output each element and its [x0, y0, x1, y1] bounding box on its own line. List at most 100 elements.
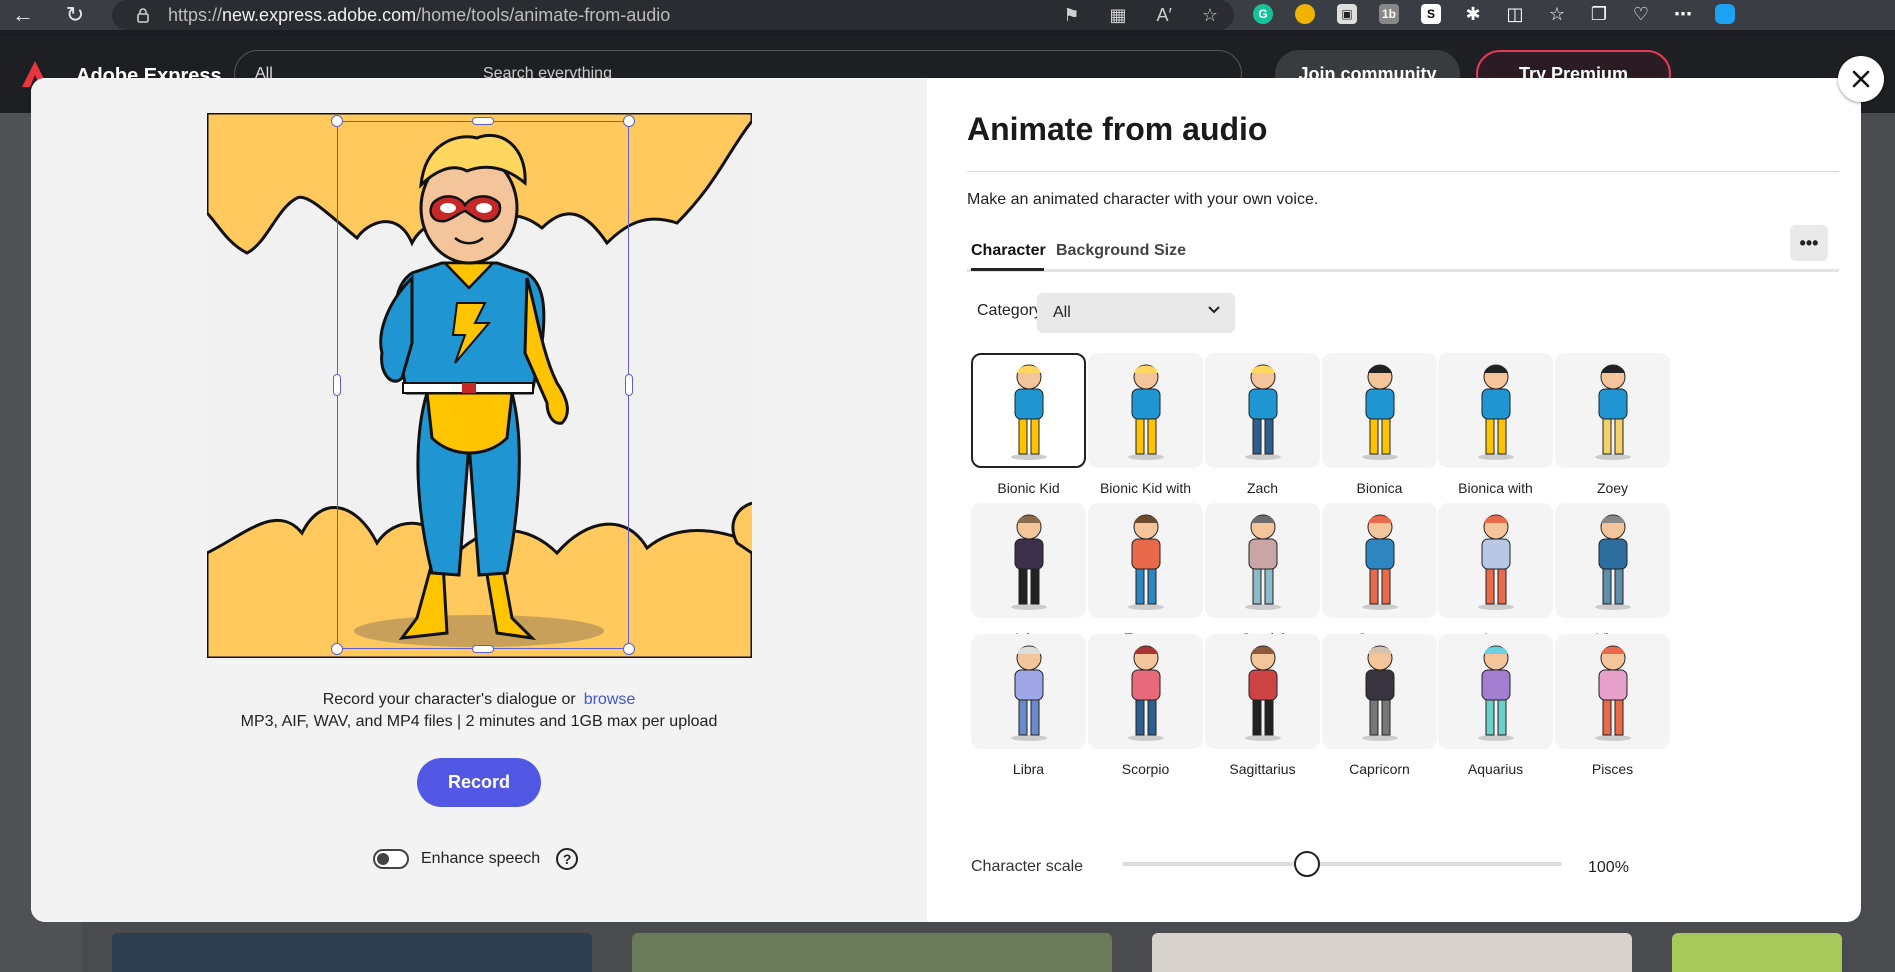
character-thumbnail[interactable]: [971, 353, 1086, 468]
character-thumbnail[interactable]: [1205, 353, 1320, 468]
browser-essentials-icon[interactable]: ♡: [1631, 4, 1651, 24]
resize-handle-left[interactable]: [333, 374, 341, 396]
character-thumbnail[interactable]: [1322, 503, 1437, 618]
read-aloud-icon[interactable]: A′: [1156, 5, 1171, 26]
category-select[interactable]: All: [1037, 293, 1235, 333]
help-icon[interactable]: ?: [556, 848, 579, 870]
grammarly-icon[interactable]: G: [1253, 4, 1273, 24]
character-option[interactable]: Bionica with Prosthetic: [1438, 353, 1553, 524]
character-thumbnail[interactable]: [1322, 353, 1437, 468]
address-bar[interactable]: https://new.express.adobe.com/home/tools…: [112, 0, 1234, 30]
character-thumbnail[interactable]: [1205, 634, 1320, 749]
favorite-star-icon[interactable]: ☆: [1202, 5, 1218, 26]
character-option[interactable]: Pisces: [1555, 634, 1670, 781]
resize-handle-top-right[interactable]: [623, 115, 635, 127]
tab-size[interactable]: Size: [1154, 242, 1186, 260]
character-label: Capricorn: [1349, 761, 1410, 777]
character-option[interactable]: Bionica: [1322, 353, 1437, 500]
reload-icon[interactable]: ↻: [60, 0, 90, 30]
character-thumbnail[interactable]: [971, 503, 1086, 618]
more-menu-icon[interactable]: ⋯: [1673, 4, 1693, 24]
character-thumbnail[interactable]: [1555, 503, 1670, 618]
copilot-icon[interactable]: [1715, 4, 1735, 24]
character-thumbnail[interactable]: [971, 634, 1086, 749]
character-thumbnail[interactable]: [1088, 634, 1203, 749]
character-scale-value: 100%: [1588, 859, 1629, 876]
character-option[interactable]: Leo: [1438, 503, 1553, 650]
tab-bar: Character Background Size: [967, 234, 1839, 272]
character-thumbnail[interactable]: [1088, 503, 1203, 618]
more-options-button[interactable]: •••: [1790, 225, 1828, 261]
close-icon: [1852, 70, 1870, 88]
divider: [967, 171, 1839, 172]
extension-moon-icon[interactable]: [1295, 4, 1315, 24]
bell-icon[interactable]: ⚑: [1063, 5, 1079, 26]
resize-handle-bottom-left[interactable]: [331, 643, 343, 655]
enhance-speech-toggle[interactable]: [373, 849, 409, 869]
character-option[interactable]: Capricorn: [1322, 634, 1437, 781]
character-scale-slider[interactable]: [1122, 862, 1562, 866]
resize-handle-top-left[interactable]: [331, 115, 343, 127]
character-option[interactable]: Aries: [971, 503, 1086, 650]
character-scale-label: Character scale: [971, 858, 1084, 875]
record-instructions-text: Record your character's dialogue or: [322, 691, 576, 708]
extension-film-icon[interactable]: ▣: [1337, 4, 1357, 24]
category-label: Category: [977, 302, 1042, 319]
resize-handle-top[interactable]: [472, 117, 494, 125]
character-option[interactable]: Sagittarius: [1205, 634, 1320, 781]
back-icon[interactable]: ←: [8, 0, 38, 30]
character-thumbnail[interactable]: [1555, 634, 1670, 749]
record-button[interactable]: Record: [417, 758, 541, 807]
background-card: [632, 933, 1112, 972]
enhance-speech-label: Enhance speech: [421, 850, 541, 867]
tab-character[interactable]: Character: [971, 242, 1046, 260]
character-figure: [1010, 645, 1047, 741]
character-figure: [1244, 645, 1281, 741]
character-option[interactable]: Aquarius: [1438, 634, 1553, 781]
character-figure: [1361, 514, 1398, 610]
apps-icon[interactable]: ▦: [1109, 5, 1126, 26]
character-thumbnail[interactable]: [1438, 353, 1553, 468]
character-option[interactable]: Gemini: [1205, 503, 1320, 650]
tab-background[interactable]: Background: [1056, 242, 1149, 260]
settings-pane: Animate from audio Make an animated char…: [927, 78, 1861, 922]
chevron-down-icon: [1208, 306, 1220, 314]
split-screen-icon[interactable]: ◫: [1505, 4, 1525, 24]
character-option[interactable]: Cancer: [1322, 503, 1437, 650]
character-figure: [1244, 364, 1281, 460]
character-option[interactable]: Libra: [971, 634, 1086, 781]
character-preview[interactable]: [207, 113, 752, 658]
collections-icon[interactable]: ❐: [1589, 4, 1609, 24]
browse-link[interactable]: browse: [584, 691, 636, 708]
selection-box[interactable]: [337, 121, 629, 649]
character-thumbnail[interactable]: [1205, 503, 1320, 618]
background-card: [1672, 933, 1842, 972]
character-option[interactable]: Scorpio: [1088, 634, 1203, 781]
character-option[interactable]: Zach: [1205, 353, 1320, 500]
extension-1b-icon[interactable]: 1b: [1379, 4, 1399, 24]
character-thumbnail[interactable]: [1088, 353, 1203, 468]
extensions-puzzle-icon[interactable]: ✱: [1463, 4, 1483, 24]
character-option[interactable]: Virgo: [1555, 503, 1670, 650]
favorites-icon[interactable]: ☆: [1547, 4, 1567, 24]
character-option[interactable]: Zoey: [1555, 353, 1670, 500]
character-option[interactable]: Bionic Kid: [971, 353, 1086, 500]
character-label: Sagittarius: [1229, 761, 1296, 777]
character-figure: [1594, 645, 1631, 741]
resize-handle-bottom-right[interactable]: [623, 643, 635, 655]
character-thumbnail[interactable]: [1555, 353, 1670, 468]
character-figure: [1127, 645, 1164, 741]
extension-s-icon[interactable]: S: [1421, 4, 1441, 24]
character-thumbnail[interactable]: [1438, 634, 1553, 749]
url-host: new.express.adobe.com: [222, 4, 417, 25]
resize-handle-bottom[interactable]: [472, 645, 494, 653]
character-thumbnail[interactable]: [1438, 503, 1553, 618]
character-option[interactable]: Taurus: [1088, 503, 1203, 650]
character-scale-knob[interactable]: [1293, 851, 1320, 877]
enhance-speech-row: Enhance speech ?: [373, 848, 579, 870]
close-dialog-button[interactable]: [1838, 56, 1884, 102]
character-thumbnail[interactable]: [1322, 634, 1437, 749]
character-figure: [1594, 514, 1631, 610]
resize-handle-right[interactable]: [625, 374, 633, 396]
character-option[interactable]: Bionic Kid with Prosthetic: [1088, 353, 1203, 524]
